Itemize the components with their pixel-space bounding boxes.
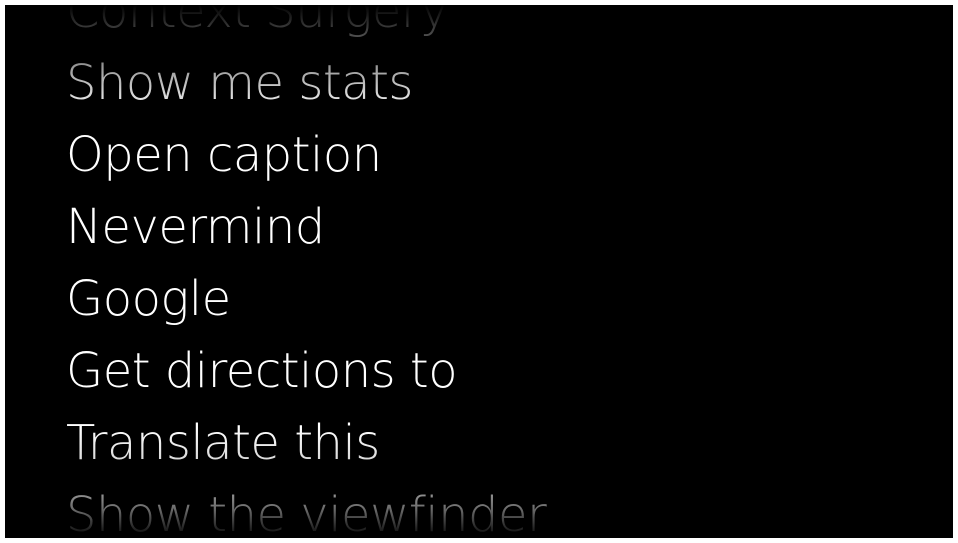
- voice-command-list: Context Surgery Show me stats Open capti…: [66, 5, 547, 538]
- menu-item-translate-this[interactable]: Translate this: [66, 407, 546, 479]
- menu-item-google[interactable]: Google: [66, 263, 546, 335]
- menu-item-show-the-viewfinder[interactable]: Show the viewfinder: [66, 479, 547, 538]
- menu-item-get-directions-to[interactable]: Get directions to: [66, 335, 546, 407]
- glass-voice-menu-screen: Context Surgery Show me stats Open capti…: [5, 5, 953, 538]
- menu-item-show-me-stats[interactable]: Show me stats: [66, 47, 546, 119]
- menu-item-open-caption[interactable]: Open caption: [66, 119, 546, 191]
- menu-item-nevermind[interactable]: Nevermind: [66, 191, 546, 263]
- menu-item-context-surgery[interactable]: Context Surgery: [66, 5, 546, 47]
